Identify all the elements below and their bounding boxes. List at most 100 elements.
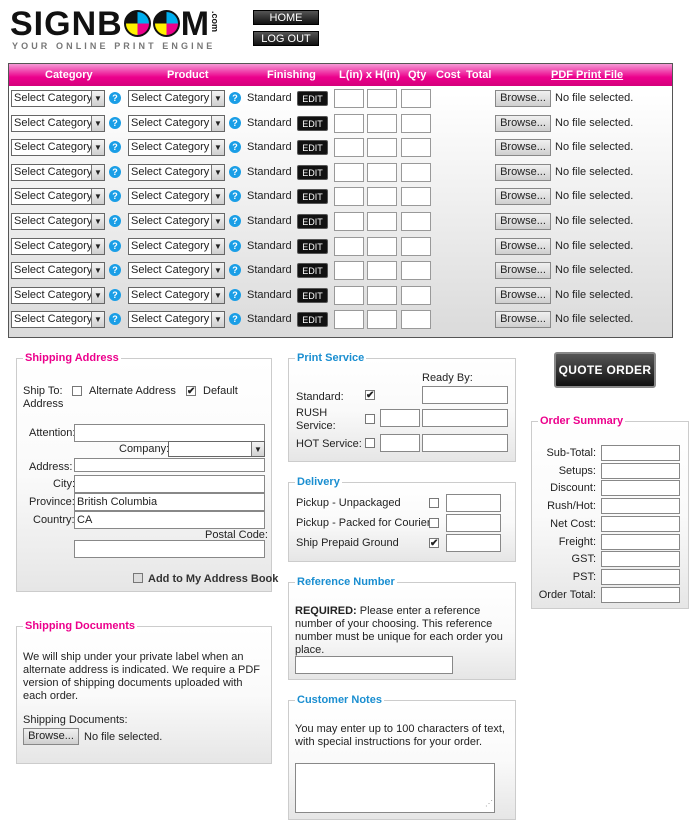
product-select[interactable]: Select Category ▼ [128, 114, 225, 132]
length-input[interactable] [334, 212, 364, 231]
length-input[interactable] [334, 261, 364, 281]
rush-ready-by-input[interactable] [422, 409, 508, 427]
qty-input[interactable] [401, 261, 431, 281]
qty-input[interactable] [401, 89, 431, 108]
help-icon[interactable]: ? [229, 264, 241, 277]
category-select[interactable]: Select Category ▼ [11, 163, 105, 181]
category-select[interactable]: Select Category ▼ [11, 262, 105, 280]
edit-finishing-button[interactable]: EDIT [297, 214, 328, 229]
height-input[interactable] [367, 162, 397, 182]
hot-ready-by-input[interactable] [422, 434, 508, 452]
pdf-browse-button[interactable]: Browse... [495, 262, 551, 280]
height-input[interactable] [367, 261, 397, 281]
edit-finishing-button[interactable]: EDIT [297, 263, 328, 279]
category-select[interactable]: Select Category ▼ [11, 237, 105, 255]
help-icon[interactable]: ? [109, 288, 121, 301]
edit-finishing-button[interactable]: EDIT [297, 238, 328, 254]
help-icon[interactable]: ? [229, 92, 241, 104]
product-select[interactable]: Select Category ▼ [128, 90, 225, 107]
country-input[interactable]: CA [74, 511, 265, 529]
quote-order-button[interactable]: QUOTE ORDER [554, 352, 656, 388]
height-input[interactable] [367, 236, 397, 256]
help-icon[interactable]: ? [229, 288, 241, 301]
help-icon[interactable]: ? [229, 116, 241, 129]
help-icon[interactable]: ? [109, 313, 121, 326]
product-select[interactable]: Select Category ▼ [128, 213, 225, 230]
pdf-browse-button[interactable]: Browse... [495, 139, 551, 157]
product-select[interactable]: Select Category ▼ [128, 262, 225, 280]
hot-service-input[interactable] [380, 434, 420, 452]
length-input[interactable] [334, 162, 364, 182]
height-input[interactable] [367, 310, 397, 330]
pdf-browse-button[interactable]: Browse... [495, 114, 551, 132]
pdf-browse-button[interactable]: Browse... [495, 163, 551, 181]
add-address-book-checkbox[interactable] [133, 573, 143, 583]
category-select[interactable]: Select Category ▼ [11, 139, 105, 157]
shipping-documents-browse-button[interactable]: Browse... [23, 728, 79, 745]
product-select[interactable]: Select Category ▼ [128, 188, 225, 206]
delivery-option-checkbox[interactable] [429, 498, 439, 508]
qty-input[interactable] [401, 285, 431, 305]
height-input[interactable] [367, 138, 397, 158]
edit-finishing-button[interactable]: EDIT [297, 164, 328, 180]
product-select[interactable]: Select Category ▼ [128, 139, 225, 157]
help-icon[interactable]: ? [109, 165, 121, 178]
logout-button[interactable]: LOG OUT [253, 31, 319, 46]
default-address-checkbox[interactable]: ✔ [186, 386, 196, 397]
length-input[interactable] [334, 236, 364, 256]
province-input[interactable]: British Columbia [74, 493, 265, 511]
help-icon[interactable]: ? [229, 141, 241, 154]
help-icon[interactable]: ? [109, 264, 121, 277]
qty-input[interactable] [401, 212, 431, 231]
pdf-browse-button[interactable]: Browse... [495, 237, 551, 255]
pdf-browse-button[interactable]: Browse... [495, 213, 551, 230]
edit-finishing-button[interactable]: EDIT [297, 140, 328, 156]
qty-input[interactable] [401, 236, 431, 256]
help-icon[interactable]: ? [109, 141, 121, 154]
category-select[interactable]: Select Category ▼ [11, 114, 105, 132]
category-select[interactable]: Select Category ▼ [11, 213, 105, 230]
product-select[interactable]: Select Category ▼ [128, 286, 225, 304]
rush-service-input[interactable] [380, 409, 420, 427]
length-input[interactable] [334, 187, 364, 207]
standard-service-checkbox[interactable]: ✔ [365, 390, 375, 401]
help-icon[interactable]: ? [109, 116, 121, 129]
city-input[interactable] [74, 475, 265, 493]
height-input[interactable] [367, 89, 397, 108]
edit-finishing-button[interactable]: EDIT [297, 287, 328, 303]
length-input[interactable] [334, 138, 364, 158]
length-input[interactable] [334, 285, 364, 305]
help-icon[interactable]: ? [109, 190, 121, 203]
edit-finishing-button[interactable]: EDIT [297, 189, 328, 205]
height-input[interactable] [367, 187, 397, 207]
help-icon[interactable]: ? [229, 215, 241, 227]
category-select[interactable]: Select Category ▼ [11, 286, 105, 304]
height-input[interactable] [367, 212, 397, 231]
height-input[interactable] [367, 113, 397, 133]
standard-ready-by-input[interactable] [422, 386, 508, 404]
height-input[interactable] [367, 285, 397, 305]
help-icon[interactable]: ? [229, 165, 241, 178]
help-icon[interactable]: ? [109, 92, 121, 104]
customer-notes-textarea[interactable]: ⋰ [295, 763, 495, 813]
qty-input[interactable] [401, 113, 431, 133]
length-input[interactable] [334, 113, 364, 133]
home-button[interactable]: HOME [253, 10, 319, 25]
help-icon[interactable]: ? [229, 313, 241, 326]
category-select[interactable]: Select Category ▼ [11, 188, 105, 206]
length-input[interactable] [334, 310, 364, 330]
delivery-option-input[interactable] [446, 494, 501, 512]
hot-service-checkbox[interactable] [365, 438, 375, 448]
pdf-browse-button[interactable]: Browse... [495, 188, 551, 206]
help-icon[interactable]: ? [109, 215, 121, 227]
delivery-option-input[interactable] [446, 514, 501, 532]
qty-input[interactable] [401, 162, 431, 182]
delivery-option-checkbox[interactable] [429, 518, 439, 528]
edit-finishing-button[interactable]: EDIT [297, 312, 328, 328]
edit-finishing-button[interactable]: EDIT [297, 91, 328, 106]
attention-input[interactable] [74, 424, 265, 442]
edit-finishing-button[interactable]: EDIT [297, 115, 328, 131]
delivery-option-checkbox[interactable]: ✔ [429, 538, 439, 549]
alternate-address-checkbox[interactable] [72, 386, 82, 396]
resize-handle-icon[interactable]: ⋰ [485, 796, 493, 812]
